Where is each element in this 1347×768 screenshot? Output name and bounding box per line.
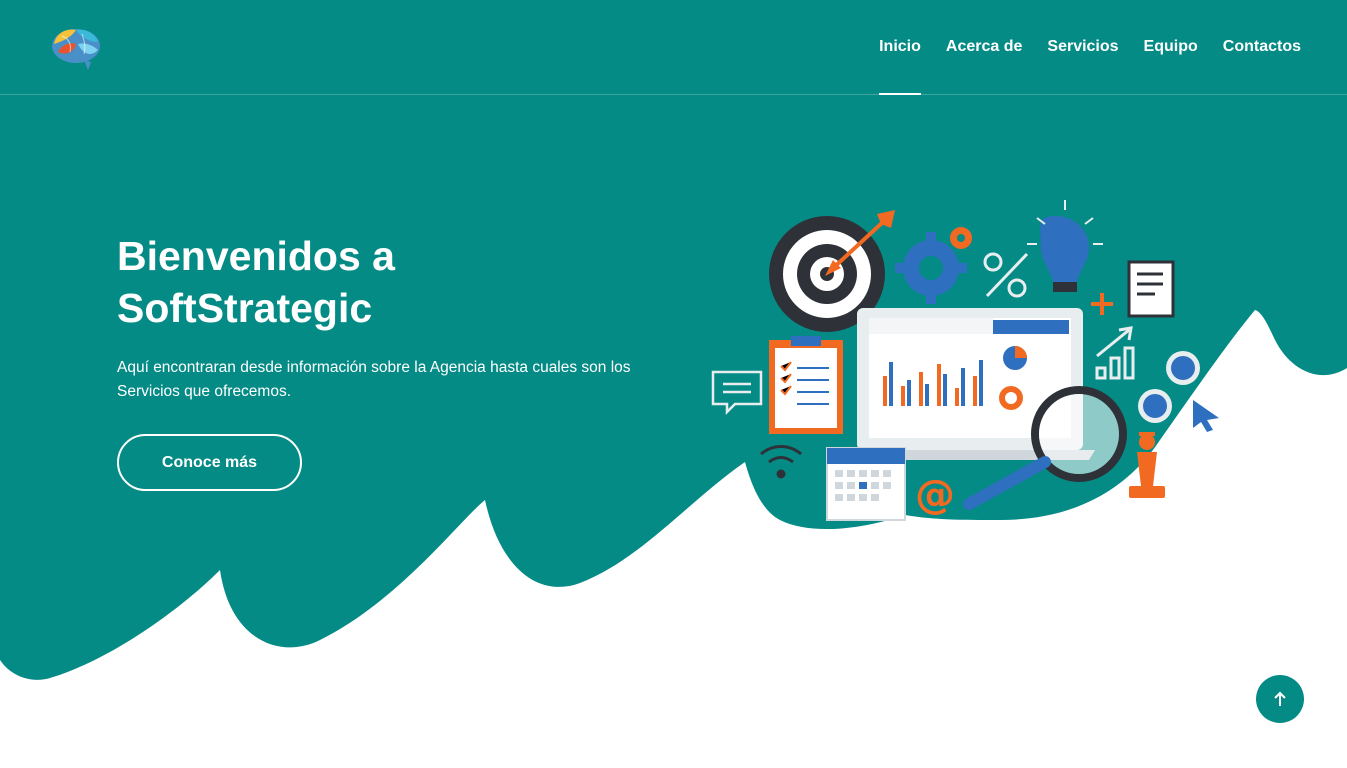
- hero-content: Bienvenidos a SoftStrategic Aquí encontr…: [117, 230, 677, 491]
- chat-bubble-icon: [711, 370, 763, 416]
- arrow-up-icon: [1274, 691, 1286, 706]
- site-header: Inicio Acerca de Servicios Equipo Contac…: [0, 0, 1347, 95]
- at-sign-icon: @: [915, 472, 955, 518]
- marketing-analytics-illustration: @: [711, 200, 1219, 521]
- light-bulb-icon: [1027, 200, 1103, 292]
- calendar-icon: [826, 447, 906, 521]
- document-icon: [1127, 260, 1175, 318]
- nav-item-servicios[interactable]: Servicios: [1047, 0, 1118, 94]
- conoce-mas-button[interactable]: Conoce más: [117, 434, 302, 491]
- coin-icon: [1138, 351, 1200, 423]
- nav-item-acerca-de[interactable]: Acerca de: [946, 0, 1023, 94]
- hero-title: Bienvenidos a SoftStrategic: [117, 233, 395, 331]
- hero-description: Aquí encontraran desde información sobre…: [117, 359, 631, 400]
- nav-item-inicio[interactable]: Inicio: [879, 0, 921, 95]
- percent-icon: [983, 252, 1029, 298]
- growth-chart-icon: [1095, 326, 1135, 380]
- nav-item-equipo[interactable]: Equipo: [1144, 0, 1198, 94]
- chess-piece-icon: [1129, 432, 1165, 498]
- plus-icon: [1091, 293, 1113, 315]
- gear-icon: [895, 227, 972, 304]
- clipboard-icon: [769, 336, 843, 434]
- back-to-top-button[interactable]: [1256, 675, 1304, 723]
- cursor-icon: [1193, 400, 1219, 432]
- brain-logo-icon[interactable]: [48, 22, 104, 74]
- main-nav: Inicio Acerca de Servicios Equipo Contac…: [854, 0, 1301, 95]
- wifi-icon: [760, 445, 802, 479]
- nav-item-contactos[interactable]: Contactos: [1223, 0, 1301, 94]
